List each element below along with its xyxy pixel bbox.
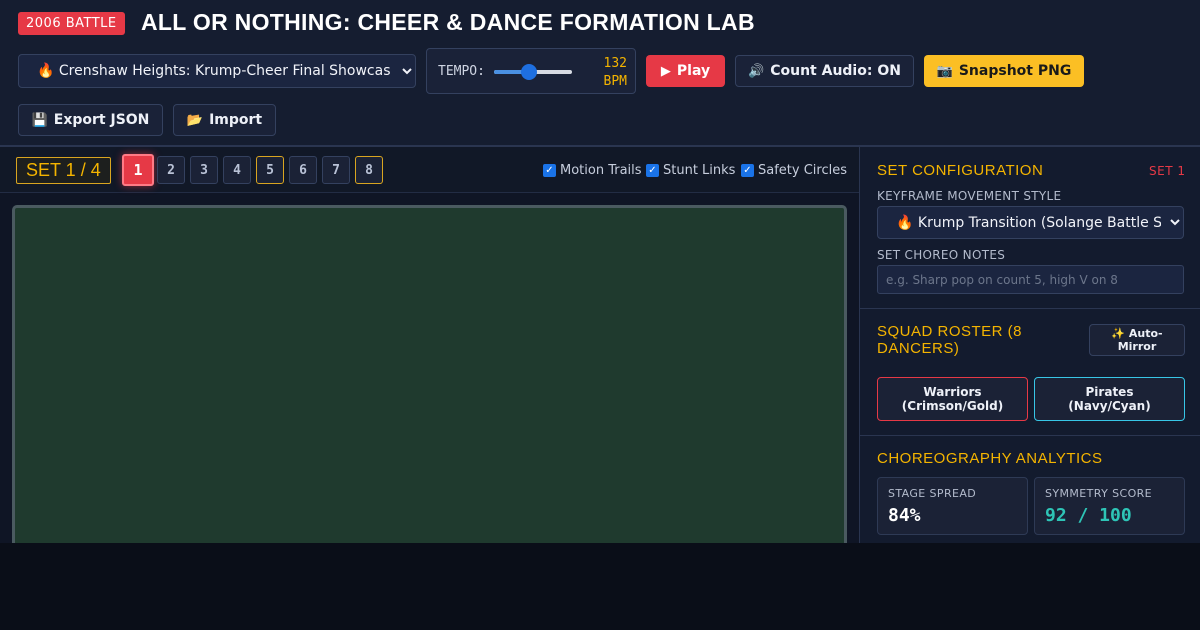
camera-icon: 📷 xyxy=(936,63,953,79)
count-button-6[interactable]: 6 xyxy=(289,156,317,184)
choreo-notes-input[interactable] xyxy=(877,265,1184,294)
app-title: ALL OR NOTHING: CHEER & DANCE FORMATION … xyxy=(141,9,755,35)
auto-mirror-label-line2: Mirror xyxy=(1117,340,1157,353)
config-sidebar: SET CONFIGURATION SET 1 KEYFRAME MOVEMEN… xyxy=(859,147,1200,543)
team-warriors-button[interactable]: Warriors (Crimson/Gold) xyxy=(877,377,1028,421)
tempo-bpm-value: 132 xyxy=(603,56,627,71)
team-pirates-name: Pirates xyxy=(1085,385,1134,399)
safety-circles-label: Safety Circles xyxy=(758,163,847,178)
set-toolbar: SET 1 / 4 1 2 3 4 5 6 7 8 ✓ Motion Trail… xyxy=(0,147,859,193)
team-warriors-name: Warriors xyxy=(923,385,982,399)
folder-open-icon: 📂 xyxy=(186,112,204,128)
motion-trails-toggle[interactable]: ✓ Motion Trails xyxy=(543,163,642,178)
tempo-label: TEMPO: xyxy=(438,64,485,79)
count-button-7[interactable]: 7 xyxy=(322,156,350,184)
team-pirates-colors: (Navy/Cyan) xyxy=(1068,399,1151,413)
preset-select[interactable]: 🔥 Crenshaw Heights: Krump-Cheer Final Sh… xyxy=(18,54,416,88)
stunt-links-toggle[interactable]: ✓ Stunt Links xyxy=(646,163,735,178)
symmetry-score-card: SYMMETRY SCORE 92 / 100 xyxy=(1034,477,1185,535)
stage-spread-card: STAGE SPREAD 84% xyxy=(877,477,1028,535)
floppy-disk-icon: 💾 xyxy=(31,112,48,128)
auto-mirror-label-line1: ✨ Auto- xyxy=(1111,327,1163,340)
squad-roster-title-line2: DANCERS) xyxy=(877,340,960,357)
play-button[interactable]: ▶ Play xyxy=(646,55,725,87)
checkbox-checked-icon[interactable]: ✓ xyxy=(646,164,659,177)
app-header: 2006 BATTLE ALL OR NOTHING: CHEER & DANC… xyxy=(0,0,1200,147)
squad-roster-title: SQUAD ROSTER (8 DANCERS) xyxy=(877,323,1022,357)
stunt-links-label: Stunt Links xyxy=(663,163,736,178)
analytics-title: CHOREOGRAPHY ANALYTICS xyxy=(877,450,1103,467)
stage-panel: SET 1 / 4 1 2 3 4 5 6 7 8 ✓ Motion Trail… xyxy=(0,147,859,543)
checkbox-checked-icon[interactable]: ✓ xyxy=(741,164,754,177)
choreo-notes-label: SET CHOREO NOTES xyxy=(877,248,1006,262)
team-warriors-colors: (Crimson/Gold) xyxy=(901,399,1004,413)
movement-style-label: KEYFRAME MOVEMENT STYLE xyxy=(877,189,1062,203)
snapshot-button[interactable]: 📷 Snapshot PNG xyxy=(924,55,1084,87)
play-label: Play xyxy=(676,63,711,79)
safety-circles-toggle[interactable]: ✓ Safety Circles xyxy=(741,163,847,178)
count-button-8[interactable]: 8 xyxy=(355,156,383,184)
stage-spread-label: STAGE SPREAD xyxy=(888,487,977,500)
section-divider xyxy=(860,435,1200,436)
import-button[interactable]: 📂 Import xyxy=(173,104,276,136)
import-label: Import xyxy=(209,112,263,128)
squad-roster-title-line1: SQUAD ROSTER (8 xyxy=(877,323,1023,340)
section-divider xyxy=(860,308,1200,309)
play-icon: ▶ xyxy=(660,63,671,79)
motion-trails-label: Motion Trails xyxy=(560,163,642,178)
set-indicator: SET 1 / 4 xyxy=(16,157,111,184)
export-json-button[interactable]: 💾 Export JSON xyxy=(18,104,163,136)
stage-spread-value: 84% xyxy=(888,505,921,526)
auto-mirror-button[interactable]: ✨ Auto- Mirror xyxy=(1089,324,1185,356)
page-footer-area xyxy=(0,543,1200,630)
count-button-5[interactable]: 5 xyxy=(256,156,284,184)
count-audio-toggle[interactable]: 🔊 Count Audio: ON xyxy=(735,55,914,87)
export-label: Export JSON xyxy=(53,112,150,128)
team-pirates-button[interactable]: Pirates (Navy/Cyan) xyxy=(1034,377,1185,421)
current-set-tag: SET 1 xyxy=(1149,164,1186,178)
count-audio-label: Count Audio: ON xyxy=(770,63,901,79)
count-button-3[interactable]: 3 xyxy=(190,156,218,184)
count-button-4[interactable]: 4 xyxy=(223,156,251,184)
tempo-control: TEMPO: 132 BPM xyxy=(426,48,636,94)
tempo-readout: 132 BPM xyxy=(591,55,627,91)
checkbox-checked-icon[interactable]: ✓ xyxy=(543,164,556,177)
tempo-slider[interactable] xyxy=(494,64,572,80)
year-badge: 2006 BATTLE xyxy=(18,12,125,35)
snapshot-label: Snapshot PNG xyxy=(958,63,1072,79)
tempo-slider-thumb[interactable] xyxy=(521,64,538,80)
count-button-1[interactable]: 1 xyxy=(122,154,154,186)
set-configuration-title: SET CONFIGURATION xyxy=(877,162,1044,179)
symmetry-score-label: SYMMETRY SCORE xyxy=(1045,487,1153,500)
speaker-icon: 🔊 xyxy=(748,63,765,79)
movement-style-select[interactable]: 🔥 Krump Transition (Solange Battle St xyxy=(877,206,1184,239)
formation-stage-canvas[interactable] xyxy=(12,205,847,543)
symmetry-score-value: 92 / 100 xyxy=(1045,505,1132,526)
count-button-2[interactable]: 2 xyxy=(157,156,185,184)
tempo-bpm-unit: BPM xyxy=(603,74,627,89)
